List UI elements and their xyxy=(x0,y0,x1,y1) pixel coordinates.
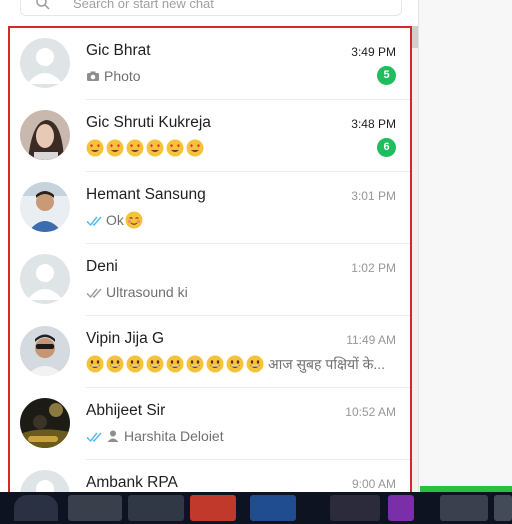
chat-row-gic-shruti-kukreja[interactable]: Gic Shruti Kukreja 3:48 PM 6 xyxy=(10,100,410,172)
chat-name: Deni xyxy=(86,258,118,275)
heart-eyes-emoji-icon xyxy=(106,139,124,157)
chat-row-vipin-jija-g[interactable]: Vipin Jija G 11:49 AM आज सुबह पक्षियों क… xyxy=(10,316,410,388)
taskbar-app-icon[interactable] xyxy=(68,495,122,521)
default-avatar-icon xyxy=(20,470,70,492)
preview-text: Photo xyxy=(104,68,141,84)
conversation-pane xyxy=(418,0,512,492)
scrollbar-thumb[interactable] xyxy=(412,26,418,48)
unread-count-badge: 6 xyxy=(377,138,396,157)
double-tick-delivered-icon xyxy=(86,286,104,299)
chat-row-body: Vipin Jija G 11:49 AM आज सुबह पक्षियों क… xyxy=(86,316,410,388)
grinning-emoji-icon xyxy=(106,355,124,373)
taskbar-app-icon[interactable] xyxy=(494,495,512,521)
chat-row-deni[interactable]: Deni 1:02 PM Ultrasound ki xyxy=(10,244,410,316)
chat-row-body: Gic Shruti Kukreja 3:48 PM 6 xyxy=(86,100,410,172)
avatar xyxy=(20,110,70,160)
preview-text: Ok xyxy=(106,212,124,228)
chat-name: Hemant Sansung xyxy=(86,186,206,203)
chat-time: 3:48 PM xyxy=(351,117,396,131)
search-icon[interactable] xyxy=(35,0,51,11)
grinning-emoji-icon xyxy=(246,355,264,373)
chat-time: 11:49 AM xyxy=(346,333,396,347)
chat-name: Gic Shruti Kukreja xyxy=(86,114,211,131)
chat-time: 3:01 PM xyxy=(351,189,396,203)
chat-row-hemant-sansung[interactable]: Hemant Sansung 3:01 PM Ok xyxy=(10,172,410,244)
chat-row-body: Ambank RPA 9:00 AM xyxy=(86,460,410,492)
heart-eyes-emoji-icon xyxy=(126,139,144,157)
chat-name: Abhijeet Sir xyxy=(86,402,166,419)
contact-icon xyxy=(106,429,120,443)
chat-preview xyxy=(86,138,392,158)
heart-eyes-emoji-icon xyxy=(146,139,164,157)
grinning-emoji-icon xyxy=(206,355,224,373)
double-tick-read-icon xyxy=(86,214,104,227)
chat-row-ambank-rpa[interactable]: Ambank RPA 9:00 AM xyxy=(10,460,410,492)
chat-preview: आज सुबह पक्षियों के... xyxy=(86,354,392,374)
taskbar-app-icon[interactable] xyxy=(14,495,58,521)
heart-eyes-emoji-icon xyxy=(166,139,184,157)
taskbar-app-icon[interactable] xyxy=(190,495,236,521)
whatsapp-window: Gic Bhrat 3:49 PM Photo 5 Gic Shruti Kuk… xyxy=(0,0,512,524)
taskbar-app-icon[interactable] xyxy=(440,495,488,521)
chat-preview: Harshita Deloiet xyxy=(86,426,392,446)
chat-row-gic-bhrat[interactable]: Gic Bhrat 3:49 PM Photo 5 xyxy=(10,28,410,100)
chat-time: 9:00 AM xyxy=(351,477,396,491)
chat-time: 1:02 PM xyxy=(351,261,396,275)
chat-name: Vipin Jija G xyxy=(86,330,165,347)
heart-eyes-emoji-icon xyxy=(186,139,204,157)
chat-list: Gic Bhrat 3:49 PM Photo 5 Gic Shruti Kuk… xyxy=(8,26,412,494)
taskbar-app-icon[interactable] xyxy=(388,495,414,521)
chat-row-body: Abhijeet Sir 10:52 AM Harshita Deloiet xyxy=(86,388,410,460)
taskbar-app-icon[interactable] xyxy=(250,495,296,521)
grinning-emoji-icon xyxy=(146,355,164,373)
chat-time: 3:49 PM xyxy=(351,45,396,59)
grinning-emoji-icon xyxy=(166,355,184,373)
search-area xyxy=(0,0,418,24)
heart-eyes-emoji-icon xyxy=(86,139,104,157)
default-avatar-icon xyxy=(20,38,70,88)
grinning-emoji-icon xyxy=(186,355,204,373)
avatar xyxy=(20,326,70,376)
search-input[interactable] xyxy=(73,0,373,11)
chat-name: Gic Bhrat xyxy=(86,42,151,59)
smiling-blush-emoji-icon xyxy=(125,211,143,229)
avatar xyxy=(20,398,70,448)
chat-preview: Ok xyxy=(86,210,392,230)
grinning-emoji-icon xyxy=(86,355,104,373)
double-tick-read-icon xyxy=(86,430,104,443)
taskbar-app-icon[interactable] xyxy=(330,495,380,521)
chat-preview: Photo xyxy=(86,66,392,86)
preview-text: Harshita Deloiet xyxy=(124,428,224,444)
chat-preview: Ultrasound ki xyxy=(86,282,392,302)
chat-row-abhijeet-sir[interactable]: Abhijeet Sir 10:52 AM Harshita Deloiet xyxy=(10,388,410,460)
chat-time: 10:52 AM xyxy=(345,405,396,419)
taskbar-app-icon[interactable] xyxy=(128,495,184,521)
chat-row-body: Gic Bhrat 3:49 PM Photo 5 xyxy=(86,28,410,100)
grinning-emoji-icon xyxy=(126,355,144,373)
chat-row-body: Hemant Sansung 3:01 PM Ok xyxy=(86,172,410,244)
unread-count-badge: 5 xyxy=(377,66,396,85)
preview-text: आज सुबह पक्षियों के... xyxy=(268,355,386,372)
camera-icon xyxy=(86,69,100,83)
search-box[interactable] xyxy=(20,0,402,16)
chat-row-body: Deni 1:02 PM Ultrasound ki xyxy=(86,244,410,316)
chat-name: Ambank RPA xyxy=(86,474,178,491)
grinning-emoji-icon xyxy=(226,355,244,373)
preview-text: Ultrasound ki xyxy=(106,284,188,300)
default-avatar-icon xyxy=(20,254,70,304)
scrollbar-track[interactable] xyxy=(412,26,418,492)
avatar xyxy=(20,182,70,232)
